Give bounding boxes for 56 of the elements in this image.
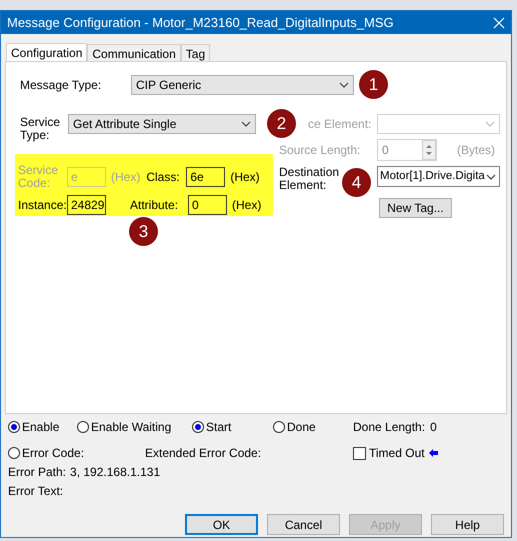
unit-label: (Hex) [230,169,260,186]
status-value: 3, 192.168.1.131 [70,464,160,481]
field-label: Service Type: [20,114,62,142]
field-label: Destination Element: [279,166,340,192]
unit-label: (Bytes) [457,142,496,159]
tab[interactable]: Configuration [6,43,88,62]
arrow-left-icon [428,449,438,457]
callout-badge: 2 [267,109,296,138]
status-label: Extended Error Code: [145,445,262,462]
service-type-dropdown[interactable]: Get Attribute Single [68,114,256,134]
field-label: Message Type: [20,77,102,94]
dialog-button[interactable]: Cancel [267,514,340,535]
radio-button[interactable] [192,421,204,433]
input-field[interactable]: 0 [188,195,227,215]
status-label: Done [287,419,316,436]
radio-button[interactable] [77,421,89,433]
chevron-down-icon [339,82,349,88]
input-field[interactable]: 6e [186,167,226,187]
radio-button[interactable] [273,421,285,433]
field-label: Service Code: [18,164,60,190]
dialog-button[interactable]: Help [431,514,504,535]
radio-button[interactable] [8,421,20,433]
radio-button[interactable] [8,447,20,459]
chevron-down-icon [486,174,496,180]
new-tag-button[interactable]: New Tag... [379,198,452,218]
close-icon[interactable] [493,16,505,28]
message-type-dropdown[interactable]: CIP Generic [131,75,354,95]
status-label: Enable Waiting [91,419,172,436]
unit-label: (Hex) [111,169,140,186]
status-label: Error Code: [22,445,84,462]
field-label: Instance: [18,198,67,212]
chevron-down-icon [241,121,251,127]
window-title: Message Configuration - Motor_M23160_Read_DigitalInputs_MSG [7,14,394,32]
field-label: Source Length: [279,142,362,159]
callout-badge: 1 [359,70,388,99]
field-label: Attribute: [130,198,180,212]
tab[interactable]: Tag [180,44,210,61]
status-label: Timed Out [369,445,425,462]
spinner-arrows-icon[interactable] [422,140,436,160]
status-label: Enable [22,419,60,436]
callout-badge: 3 [129,217,158,246]
dialog-button[interactable]: OK [185,514,258,535]
tab[interactable]: Communication [87,44,181,61]
status-value: 0 [430,419,437,436]
checkbox[interactable] [353,446,366,460]
unit-label: (Hex) [232,197,262,214]
field-label: ce Element: [308,116,372,133]
status-label: Done Length: [353,419,426,436]
callout-badge: 4 [342,168,371,197]
input-field[interactable]: 24829 [67,195,106,215]
status-label: Start [206,419,232,436]
status-label: Error Path: [8,464,66,481]
status-label: Error Text: [8,483,64,500]
chevron-down-icon [485,121,496,127]
destination-element-dropdown[interactable]: Motor[1].Drive.Digita [377,166,500,187]
field-label: Class: [146,170,181,184]
